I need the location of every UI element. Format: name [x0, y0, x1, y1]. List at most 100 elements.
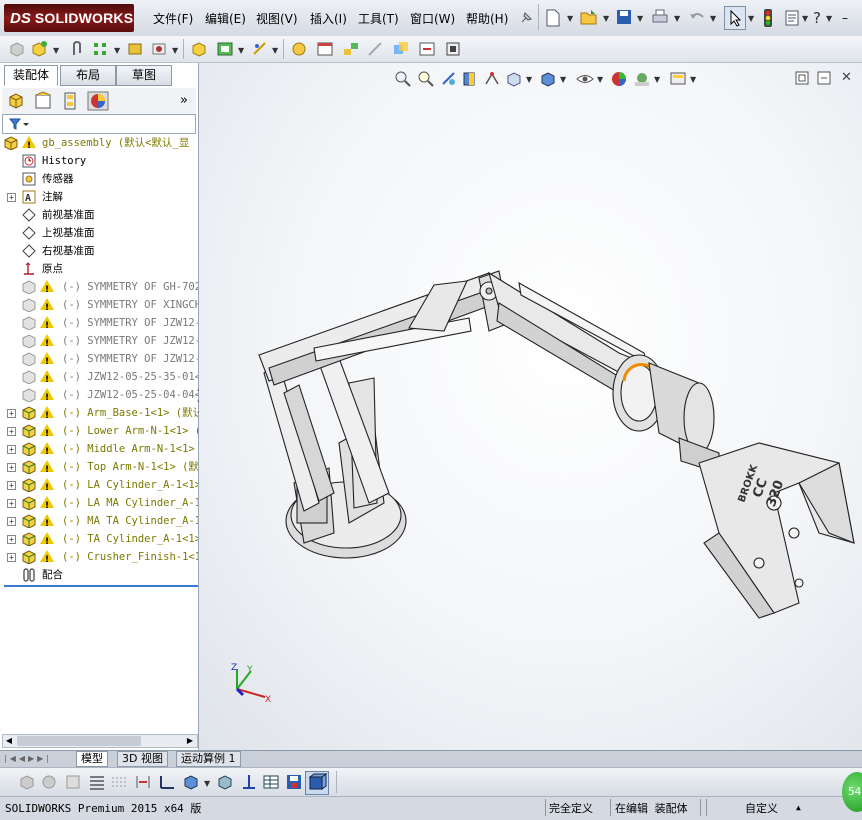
tree-item[interactable]: History	[0, 152, 198, 170]
tree-item[interactable]: 配合	[0, 566, 198, 584]
graphics-viewport[interactable]: ▼ ▼ ▼ ▼ ▼ ✕ BROKK CC 320 Z Y X	[199, 63, 862, 750]
chevron-down-icon[interactable]: ▼	[114, 46, 120, 55]
expand-plus-icon[interactable]: +	[7, 535, 16, 544]
undo-icon[interactable]	[688, 9, 706, 25]
table-icon[interactable]	[262, 773, 280, 791]
new-motion-study-icon[interactable]	[290, 40, 308, 58]
tree-item[interactable]: 传感器	[0, 170, 198, 188]
expand-plus-icon[interactable]: +	[7, 445, 16, 454]
scroll-right-arrow-icon[interactable]: ▶	[185, 736, 195, 746]
chevron-down-icon[interactable]: ▼	[748, 14, 754, 23]
save-icon[interactable]	[616, 9, 632, 25]
tab-motion-study[interactable]: 运动算例 1	[176, 751, 241, 767]
tab-model[interactable]: 模型	[76, 751, 108, 767]
chevron-down-icon[interactable]: ▼	[567, 14, 573, 23]
tree-item[interactable]: (-) SYMMETRY OF JZW12-0	[0, 332, 198, 350]
bill-of-materials-icon[interactable]	[316, 40, 334, 58]
assembly-features-icon[interactable]	[216, 40, 234, 58]
menu-help[interactable]: 帮助(H)	[466, 10, 508, 27]
explode-line-sketch-icon[interactable]	[366, 40, 384, 58]
tree-item[interactable]: + A 注解	[0, 188, 198, 206]
file-properties-icon[interactable]	[783, 9, 801, 27]
expand-plus-icon[interactable]: +	[7, 409, 16, 418]
tree-item[interactable]: + (-) MA TA Cylinder_A-1<	[0, 512, 198, 530]
dotted-grid-icon[interactable]	[110, 773, 128, 791]
pin-icon[interactable]	[518, 10, 534, 26]
clearance-verification-icon[interactable]	[418, 40, 436, 58]
tree-item[interactable]: + (-) Arm_Base-1<1> (默认	[0, 404, 198, 422]
expand-plus-icon[interactable]: +	[7, 553, 16, 562]
tab-layout[interactable]: 布局	[60, 65, 116, 86]
chevron-down-icon[interactable]: ▼	[710, 14, 716, 23]
exploded-view-icon[interactable]	[342, 40, 360, 58]
tree-horizontal-scrollbar[interactable]: ◀ ▶	[2, 734, 198, 748]
reference-geometry-icon[interactable]	[251, 40, 269, 58]
chevron-down-icon[interactable]: ▼	[204, 779, 210, 788]
minimize-icon[interactable]: –	[842, 11, 848, 25]
help-question-icon[interactable]: ?	[813, 9, 821, 27]
tree-item[interactable]: + (-) Crusher_Finish-1<1>	[0, 548, 198, 566]
new-part-icon[interactable]	[30, 40, 48, 58]
rebuild-traffic-light-icon[interactable]	[761, 8, 775, 28]
sheet-icon[interactable]	[64, 773, 82, 791]
tree-item[interactable]: (-) SYMMETRY OF JZW12-0	[0, 350, 198, 368]
tree-item[interactable]: (-) SYMMETRY OF XINGCHE	[0, 296, 198, 314]
menu-insert[interactable]: 插入(I)	[310, 10, 347, 27]
linear-pattern-icon[interactable]	[92, 40, 110, 58]
chevron-down-icon[interactable]: ▼	[272, 46, 278, 55]
select-tool-button[interactable]	[724, 6, 746, 30]
tree-item[interactable]: + (-) Lower Arm-N-1<1> (	[0, 422, 198, 440]
assembly-grey-icon[interactable]	[40, 773, 58, 791]
interference-detection-icon[interactable]	[392, 40, 410, 58]
move-component-icon[interactable]	[150, 40, 168, 58]
rollback-bar[interactable]	[4, 585, 198, 587]
chevron-down-icon[interactable]: ▼	[238, 46, 244, 55]
chevron-down-icon[interactable]: ▼	[802, 14, 808, 23]
chevron-down-icon[interactable]: ▼	[674, 14, 680, 23]
smart-dimension-icon[interactable]	[158, 773, 176, 791]
configuration-manager-icon[interactable]	[60, 91, 80, 111]
scroll-left-arrow-icon[interactable]: ◀	[4, 736, 14, 746]
tree-item[interactable]: (-) JZW12-05-25-04-04<1	[0, 386, 198, 404]
tree-item[interactable]: + (-) TA Cylinder_A-1<1>	[0, 530, 198, 548]
new-document-icon[interactable]	[545, 9, 561, 27]
chevron-down-icon[interactable]: ▼	[172, 46, 178, 55]
tree-item[interactable]: 原点	[0, 260, 198, 278]
chevron-down-icon[interactable]: ▼	[637, 14, 643, 23]
notification-badge[interactable]: 54	[842, 772, 862, 812]
expand-plus-icon[interactable]: +	[7, 193, 16, 202]
tab-scroll-arrows[interactable]: |◀◀▶▶|	[4, 752, 68, 765]
list-lines-icon[interactable]	[88, 773, 106, 791]
tab-3d-view[interactable]: 3D 视图	[117, 751, 168, 767]
tree-item[interactable]: 上视基准面	[0, 224, 198, 242]
instant3d-icon[interactable]	[444, 40, 462, 58]
menu-window[interactable]: 窗口(W)	[410, 10, 455, 27]
expand-plus-icon[interactable]: +	[7, 517, 16, 526]
save-view-icon[interactable]	[285, 773, 303, 791]
tree-root-assembly[interactable]: gb_assembly (默认<默认_显	[0, 134, 198, 152]
chevron-down-icon[interactable]: ▼	[603, 14, 609, 23]
property-manager-icon[interactable]	[33, 91, 53, 111]
expand-plus-icon[interactable]: +	[7, 463, 16, 472]
tree-filter-input[interactable]	[2, 114, 196, 134]
status-units-custom[interactable]: 自定义	[745, 800, 778, 816]
feature-manager-tree-icon[interactable]	[6, 91, 26, 111]
origin-axis-icon[interactable]	[240, 773, 258, 791]
part-grey-icon[interactable]	[18, 773, 36, 791]
tree-item[interactable]: 前视基准面	[0, 206, 198, 224]
tab-assembly[interactable]: 装配体	[4, 65, 58, 86]
tree-item[interactable]: + (-) Middle Arm-N-1<1>	[0, 440, 198, 458]
tree-item[interactable]: (-) JZW12-05-25-35-01<1	[0, 368, 198, 386]
expand-plus-icon[interactable]: +	[7, 427, 16, 436]
tab-sketch[interactable]: 草图	[116, 65, 172, 86]
scroll-thumb[interactable]	[17, 736, 141, 746]
tree-item[interactable]: + (-) LA MA Cylinder_A-1<	[0, 494, 198, 512]
display-manager-icon[interactable]	[87, 91, 109, 111]
tree-item[interactable]: (-) SYMMETRY OF JZW12-0	[0, 314, 198, 332]
chevron-down-icon[interactable]: ▼	[53, 46, 59, 55]
insert-components-icon[interactable]	[8, 40, 26, 58]
smart-fasteners-icon[interactable]	[126, 40, 144, 58]
align-icon[interactable]	[134, 773, 152, 791]
solidworks-logo[interactable]: DS SOLIDWORKS	[4, 4, 134, 32]
menu-view[interactable]: 视图(V)	[256, 10, 298, 27]
